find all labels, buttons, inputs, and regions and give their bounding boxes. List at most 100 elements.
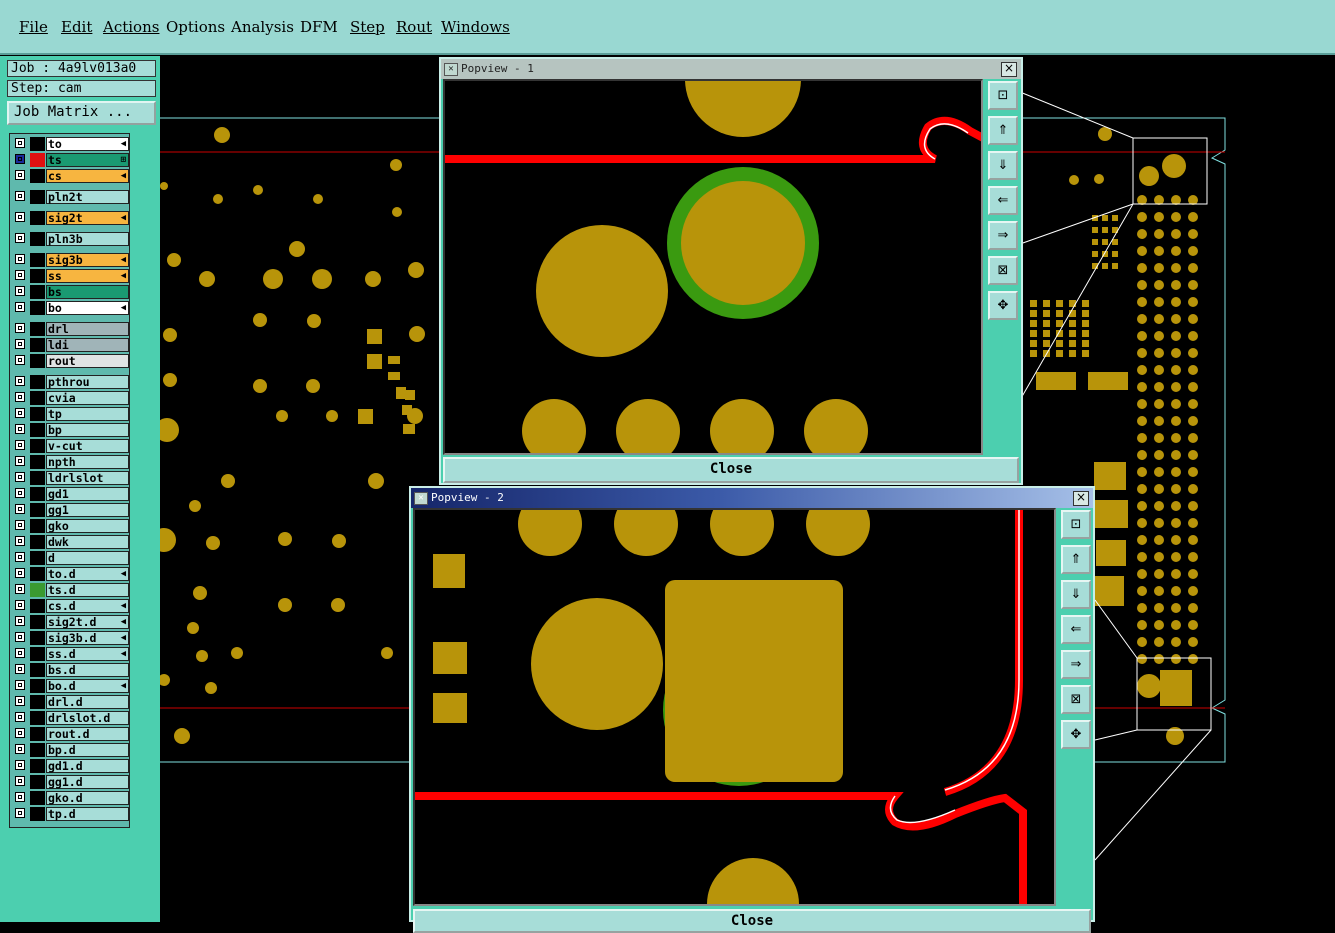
layer-row[interactable]: bs <box>13 285 129 299</box>
layer-color-swatch[interactable] <box>30 567 45 581</box>
fit-home-icon[interactable]: ⊠ <box>1061 685 1091 714</box>
layer-color-swatch[interactable] <box>30 711 45 725</box>
layer-checkbox[interactable] <box>15 680 25 690</box>
layer-name[interactable]: gg1.d <box>46 775 129 789</box>
layer-name[interactable]: gko.d <box>46 791 129 805</box>
layer-row[interactable]: bo ◀ <box>13 301 129 315</box>
menu-file[interactable]: File <box>19 18 48 36</box>
layer-name[interactable]: ts ⊞ <box>46 153 129 167</box>
layer-checkbox[interactable] <box>15 728 25 738</box>
layer-checkbox[interactable] <box>15 808 25 818</box>
layer-checkbox[interactable] <box>15 170 25 180</box>
layer-row[interactable]: cs ◀ <box>13 169 129 183</box>
layer-checkbox[interactable] <box>15 408 25 418</box>
menu-edit[interactable]: Edit <box>61 18 92 36</box>
layer-name[interactable]: rout <box>46 354 129 368</box>
pan-left-icon[interactable]: ⇐ <box>1061 615 1091 644</box>
zoom-out-icon[interactable]: ⇓ <box>988 151 1018 180</box>
layer-checkbox[interactable] <box>15 323 25 333</box>
layer-color-swatch[interactable] <box>30 503 45 517</box>
layer-name[interactable]: bo ◀ <box>46 301 129 315</box>
popview-2-view[interactable] <box>413 508 1056 906</box>
layer-color-swatch[interactable] <box>30 232 45 246</box>
layer-row[interactable]: drl.d <box>13 695 129 709</box>
layer-color-swatch[interactable] <box>30 169 45 183</box>
layer-color-swatch[interactable] <box>30 285 45 299</box>
layer-color-swatch[interactable] <box>30 190 45 204</box>
layer-color-swatch[interactable] <box>30 615 45 629</box>
layer-name[interactable]: d <box>46 551 129 565</box>
layer-color-swatch[interactable] <box>30 583 45 597</box>
layer-checkbox[interactable] <box>15 212 25 222</box>
menu-step[interactable]: Step <box>350 18 385 36</box>
layer-row[interactable]: ldi <box>13 338 129 352</box>
layer-checkbox[interactable] <box>15 696 25 706</box>
layer-name[interactable]: gd1 <box>46 487 129 501</box>
layer-row[interactable]: v-cut <box>13 439 129 453</box>
layer-name[interactable]: gd1.d <box>46 759 129 773</box>
layer-color-swatch[interactable] <box>30 391 45 405</box>
layer-name[interactable]: dwk <box>46 535 129 549</box>
layer-affected-icon[interactable]: ⊞ <box>121 154 126 166</box>
layer-row[interactable]: dwk <box>13 535 129 549</box>
layer-color-swatch[interactable] <box>30 599 45 613</box>
popview-1-close-x-button[interactable]: × <box>1001 62 1017 77</box>
layer-name[interactable]: to ◀ <box>46 137 129 151</box>
layer-row[interactable]: gg1 <box>13 503 129 517</box>
layer-row[interactable]: sig2t.d ◀ <box>13 615 129 629</box>
layer-affected-icon[interactable]: ◀ <box>121 302 126 314</box>
layer-row[interactable]: bp.d <box>13 743 129 757</box>
pan-left-icon[interactable]: ⇐ <box>988 186 1018 215</box>
layer-name[interactable]: bs.d <box>46 663 129 677</box>
layer-row[interactable]: bs.d <box>13 663 129 677</box>
layer-row[interactable]: npth <box>13 455 129 469</box>
layer-checkbox[interactable] <box>15 792 25 802</box>
layer-checkbox[interactable] <box>15 488 25 498</box>
layer-checkbox[interactable] <box>15 339 25 349</box>
layer-color-swatch[interactable] <box>30 439 45 453</box>
layer-name[interactable]: ts.d <box>46 583 129 597</box>
layer-row[interactable]: tp <box>13 407 129 421</box>
layer-affected-icon[interactable]: ◀ <box>121 170 126 182</box>
layer-color-swatch[interactable] <box>30 137 45 151</box>
layer-checkbox[interactable] <box>15 616 25 626</box>
layer-row[interactable]: ss.d ◀ <box>13 647 129 661</box>
layer-checkbox[interactable] <box>15 568 25 578</box>
layer-name[interactable]: tp <box>46 407 129 421</box>
menu-dfm[interactable]: DFM <box>300 18 338 36</box>
layer-color-swatch[interactable] <box>30 759 45 773</box>
layer-affected-icon[interactable]: ◀ <box>121 616 126 628</box>
layer-name[interactable]: cvia <box>46 391 129 405</box>
popview-1-close-button[interactable]: Close <box>443 457 1019 483</box>
layer-row[interactable]: gko <box>13 519 129 533</box>
layer-color-swatch[interactable] <box>30 211 45 225</box>
layer-row[interactable]: to ◀ <box>13 137 129 151</box>
layer-name[interactable]: pln3b <box>46 232 129 246</box>
layer-affected-icon[interactable]: ◀ <box>121 568 126 580</box>
layer-name[interactable]: pln2t <box>46 190 129 204</box>
layer-name[interactable]: sig2t.d ◀ <box>46 615 129 629</box>
layer-name[interactable]: cs.d ◀ <box>46 599 129 613</box>
layer-name[interactable]: bp <box>46 423 129 437</box>
layer-checkbox[interactable] <box>15 712 25 722</box>
layer-name[interactable]: tp.d <box>46 807 129 821</box>
layer-name[interactable]: cs ◀ <box>46 169 129 183</box>
layer-checkbox[interactable] <box>15 392 25 402</box>
popview-1-view[interactable] <box>443 79 983 455</box>
layer-name[interactable]: ss.d ◀ <box>46 647 129 661</box>
layer-checkbox[interactable] <box>15 355 25 365</box>
layer-checkbox[interactable] <box>15 504 25 514</box>
layer-color-swatch[interactable] <box>30 423 45 437</box>
layer-checkbox[interactable] <box>15 584 25 594</box>
layer-checkbox[interactable] <box>15 376 25 386</box>
layer-affected-icon[interactable]: ◀ <box>121 600 126 612</box>
layer-row[interactable]: bo.d ◀ <box>13 679 129 693</box>
layer-affected-icon[interactable]: ◀ <box>121 254 126 266</box>
layer-row[interactable]: cvia <box>13 391 129 405</box>
menu-windows[interactable]: Windows <box>441 18 510 36</box>
layer-color-swatch[interactable] <box>30 551 45 565</box>
layer-checkbox[interactable] <box>15 286 25 296</box>
layer-color-swatch[interactable] <box>30 375 45 389</box>
layer-row[interactable]: rout.d <box>13 727 129 741</box>
layer-name[interactable]: pthrou <box>46 375 129 389</box>
